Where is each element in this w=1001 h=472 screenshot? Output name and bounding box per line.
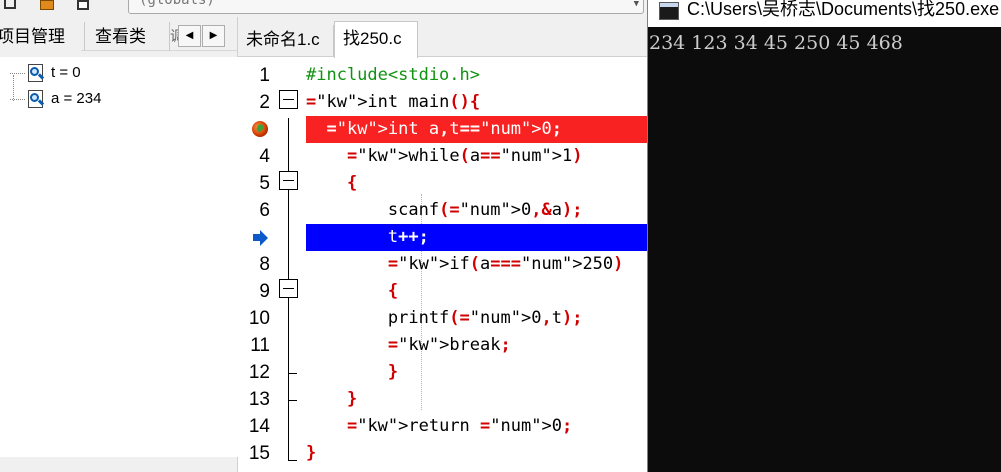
code-line[interactable]: { (306, 278, 647, 305)
breakpoint-icon[interactable] (252, 121, 268, 137)
tab-project-manager[interactable]: 项目管理 (0, 22, 81, 51)
watch-icon (27, 90, 45, 109)
code-editor: 未命名1.c 找250.c 1 2 4 5 6 8 9 10 11 12 13 14 15 #inclu… (238, 17, 647, 472)
code-line[interactable]: t++; (306, 224, 647, 251)
fold-end-line-15 (288, 460, 297, 461)
tab-debug[interactable]: 调 (170, 22, 178, 51)
fold-end-line-12 (288, 373, 297, 374)
watch-item-label: t = 0 (51, 64, 81, 81)
editor-tabs: 未命名1.c 找250.c (238, 17, 647, 58)
code-line[interactable]: } (306, 386, 647, 413)
chevron-down-icon: ▼ (633, 0, 639, 9)
console-titlebar[interactable]: C:\Users\吴桥志\Documents\找250.exe (648, 0, 1001, 27)
line-number[interactable]: 8 (238, 251, 270, 278)
line-number[interactable]: 12 (238, 359, 270, 386)
tab-find250[interactable]: 找250.c (334, 21, 418, 58)
line-number[interactable]: 11 (238, 332, 270, 359)
watch-tree: t = 0 a = 234 (0, 57, 238, 457)
tree-connector (10, 72, 25, 74)
fold-toggle-line-2[interactable] (279, 90, 298, 109)
line-number[interactable]: 5 (238, 170, 270, 197)
watch-item[interactable]: t = 0 (10, 61, 81, 85)
line-number[interactable] (238, 116, 270, 143)
code-line[interactable]: ="kw">int a,t=="num">0; (306, 116, 647, 143)
toolbar: (globals) ▼ (0, 0, 647, 17)
line-number[interactable]: 9 (238, 278, 270, 305)
left-panel: 项目管理 查看类 调 ◀ ▶ t = 0 a = 234 (0, 17, 238, 472)
code-line[interactable]: scanf(="num">0,&a); (306, 197, 647, 224)
toolbar-icon-3[interactable] (75, 0, 91, 12)
tab-scroll-right-button[interactable]: ▶ (202, 25, 225, 47)
fold-toggle-line-9[interactable] (279, 279, 298, 298)
toolbar-icon-2[interactable] (40, 0, 56, 12)
console-app-icon (659, 2, 679, 20)
line-number[interactable]: 10 (238, 305, 270, 332)
fold-toggle-line-5[interactable] (279, 171, 298, 190)
line-number[interactable]: 14 (238, 413, 270, 440)
line-number[interactable]: 2 (238, 89, 270, 116)
tab-class-browser[interactable]: 查看类 (84, 22, 170, 51)
code-line[interactable]: #include<stdio.h> (306, 62, 647, 89)
code-line[interactable]: ="kw">if(a==="num">250) (306, 251, 647, 278)
line-number[interactable]: 6 (238, 197, 270, 224)
toolbar-icon-1[interactable] (2, 0, 18, 12)
scope-select[interactable]: (globals) ▼ (128, 0, 644, 14)
tab-scroll-left-button[interactable]: ◀ (178, 25, 201, 47)
fold-end-line-13 (288, 400, 297, 401)
console-title: C:\Users\吴桥志\Documents\找250.exe (687, 0, 1000, 19)
code-line[interactable]: ="kw">while(a=="num">1) (306, 143, 647, 170)
line-number[interactable]: 13 (238, 386, 270, 413)
left-panel-tabs: 项目管理 查看类 调 ◀ ▶ (0, 19, 238, 51)
line-number[interactable]: 1 (238, 62, 270, 89)
code-line[interactable]: ="kw">return ="num">0; (306, 413, 647, 440)
watch-item[interactable]: a = 234 (10, 87, 101, 111)
code-line[interactable]: printf(="num">0,t); (306, 305, 647, 332)
code-line[interactable]: } (306, 359, 647, 386)
code-line[interactable]: ="kw">int main(){ (306, 89, 647, 116)
console-window: C:\Users\吴桥志\Documents\找250.exe 234 123 … (647, 0, 1001, 472)
watch-icon (27, 64, 45, 83)
tree-connector (10, 98, 25, 100)
tab-untitled1[interactable]: 未命名1.c (238, 25, 334, 57)
line-number[interactable] (238, 224, 270, 251)
code-area[interactable]: #include<stdio.h> ="kw">int main(){ ="kw"… (306, 59, 647, 472)
console-output[interactable]: 234 123 34 45 250 45 468 (649, 30, 903, 56)
line-number-gutter[interactable]: 1 2 4 5 6 8 9 10 11 12 13 14 15 (238, 59, 306, 472)
code-line[interactable]: } (306, 440, 647, 467)
watch-item-label: a = 234 (51, 90, 102, 107)
line-number[interactable]: 15 (238, 440, 270, 467)
code-line[interactable]: { (306, 170, 647, 197)
scope-select-value: (globals) (139, 0, 215, 8)
execution-pointer-icon (252, 229, 268, 246)
line-number[interactable]: 4 (238, 143, 270, 170)
code-line[interactable]: ="kw">break; (306, 332, 647, 359)
